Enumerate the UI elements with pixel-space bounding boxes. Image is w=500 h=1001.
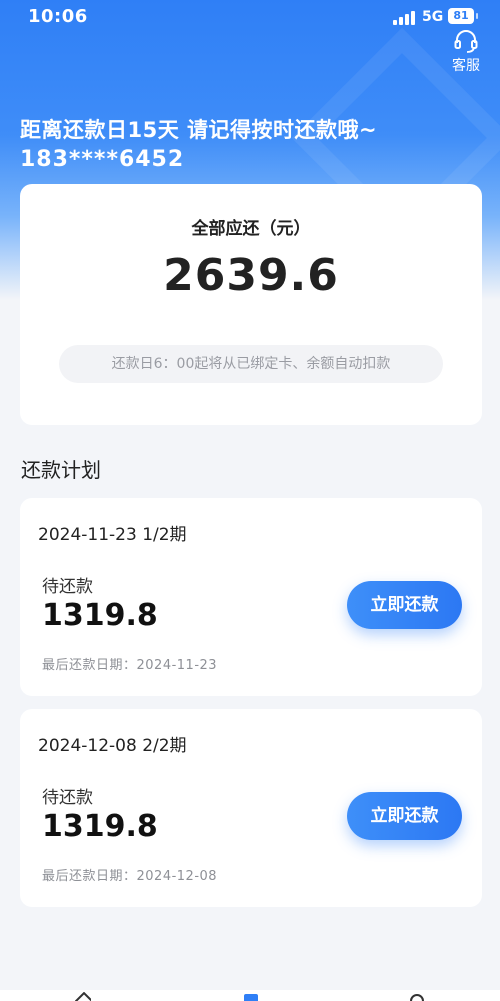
repayment-plan-title: 还款计划 xyxy=(21,458,101,482)
bill-icon[interactable] xyxy=(242,992,258,1001)
customer-service-label: 客服 xyxy=(452,58,480,74)
installment-amount: 1319.8 xyxy=(42,809,158,844)
auto-debit-note: 还款日6：00起将从已绑定卡、余额自动扣款 xyxy=(59,345,443,383)
installment-period: 2024-11-23 1/2期 xyxy=(38,525,187,545)
profile-icon[interactable] xyxy=(408,992,424,1001)
status-time: 10:06 xyxy=(28,6,88,27)
installment-amount: 1319.8 xyxy=(42,598,158,633)
bottom-tab-bar xyxy=(0,990,500,1001)
total-due-label: 全部应还（元） xyxy=(191,219,311,239)
installment-status: 待还款 xyxy=(42,577,93,597)
headset-icon xyxy=(454,30,478,53)
repay-now-button[interactable]: 立即还款 xyxy=(347,792,462,840)
installment-card: 2024-12-08 2/2期 待还款 1319.8 最后还款日期：2024-1… xyxy=(20,709,482,907)
installment-deadline: 最后还款日期：2024-12-08 xyxy=(42,869,218,884)
due-notice: 距离还款日15天 请记得按时还款哦~ xyxy=(20,118,378,142)
signal-icon xyxy=(393,9,417,25)
installment-period: 2024-12-08 2/2期 xyxy=(38,736,187,756)
repay-now-button[interactable]: 立即还款 xyxy=(347,581,462,629)
status-bar: 10:06 5G 81 xyxy=(0,0,500,34)
installment-card: 2024-11-23 1/2期 待还款 1319.8 最后还款日期：2024-1… xyxy=(20,498,482,696)
phone-number: 183****6452 xyxy=(20,147,185,172)
network-label: 5G xyxy=(422,9,444,25)
battery-icon: 81 xyxy=(448,8,478,24)
summary-card: 全部应还（元） 2639.6 还款日6：00起将从已绑定卡、余额自动扣款 xyxy=(20,184,482,425)
installment-deadline: 最后还款日期：2024-11-23 xyxy=(42,658,218,673)
installment-status: 待还款 xyxy=(42,788,93,808)
customer-service-button[interactable]: 客服 xyxy=(446,26,486,74)
home-icon[interactable] xyxy=(75,992,91,1001)
total-due-amount: 2639.6 xyxy=(163,250,339,301)
